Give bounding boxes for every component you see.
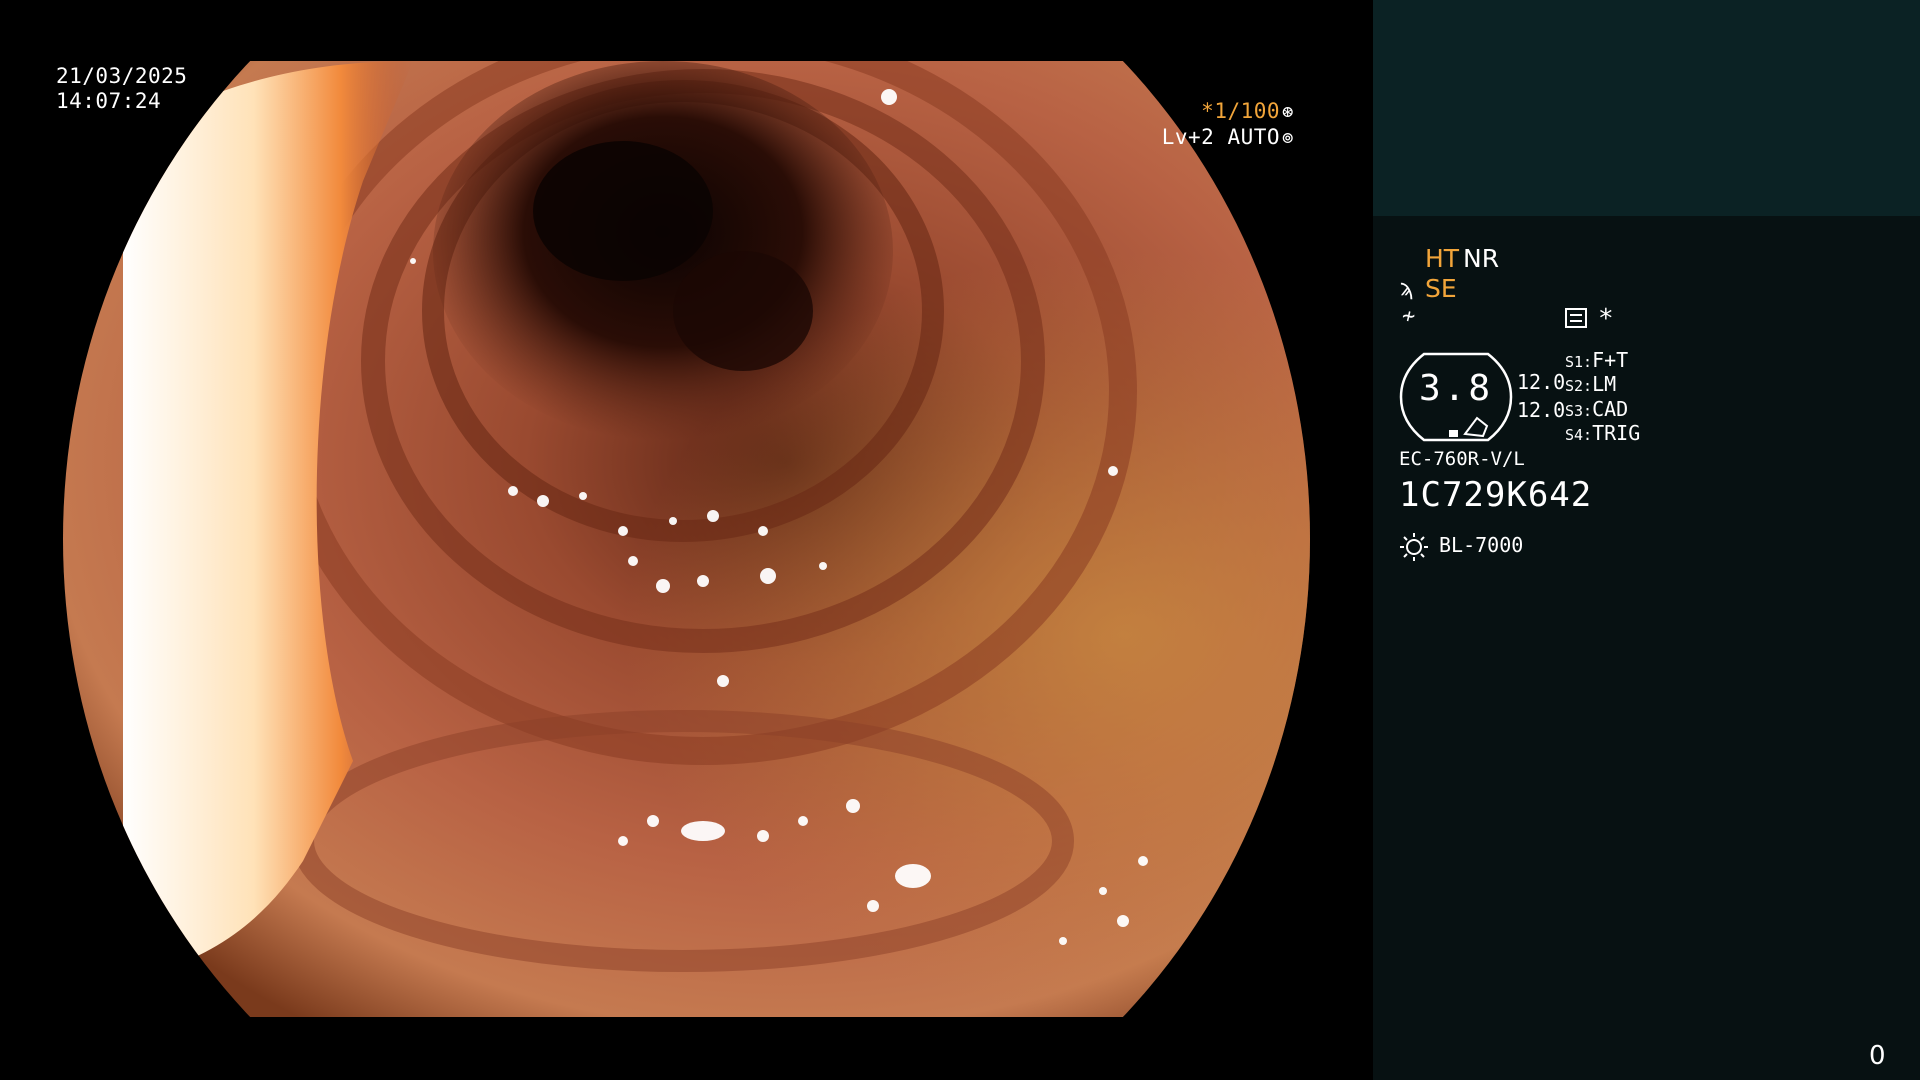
light-source-model: BL-7000: [1439, 533, 1524, 557]
shutter-value: 1/100: [1214, 99, 1281, 123]
colon-lumen-image: [63, 61, 1310, 1017]
structure-enhancement-icon: ϡ: [1400, 276, 1414, 301]
switch-key: S4:: [1565, 426, 1593, 444]
image-counter: 0: [1869, 1041, 1886, 1071]
scope-dial-indicator: 3.8: [1399, 352, 1513, 442]
date-time-display: 21/03/2025 14:07:24: [56, 64, 187, 114]
endoscopy-screen: 21/03/2025 14:07:24 *1/100 ⊛ Lv+2 AUTO ⊚ H…: [0, 0, 1920, 1080]
patient-info-area: [1373, 0, 1920, 216]
date-text: 21/03/2025: [56, 64, 188, 88]
structure-enhancement-indicator: SE: [1425, 274, 1457, 303]
hue-tone-indicator: HT: [1425, 244, 1460, 273]
aperture-icon: ⊛: [1282, 101, 1294, 123]
switch-label: TRIG: [1592, 421, 1641, 445]
switch-key: S2:: [1565, 377, 1593, 395]
noise-reduction-indicator: NR: [1463, 244, 1500, 273]
switch-slot-1: S1:F+T: [1565, 350, 1628, 370]
asterisk-indicator: *: [1598, 304, 1614, 334]
dial-value: 3.8: [1418, 368, 1494, 409]
iris-icon: ⊚: [1282, 127, 1294, 149]
switch-slot-4: S4:TRIG: [1565, 423, 1640, 443]
switch-label: F+T: [1592, 348, 1629, 372]
zoom-icon: ≁: [1402, 304, 1416, 329]
switch-key: S1:: [1565, 353, 1593, 371]
info-panel: HT NR ϡ SE ≁ * 3.8 12.0 12.0 S1:F+T S2:L…: [1373, 0, 1920, 1080]
scope-serial-number: 1C729K642: [1399, 475, 1593, 515]
scope-model: EC-760R-V/L: [1399, 448, 1525, 470]
switch-key: S3:: [1565, 402, 1593, 420]
shutter-prefix: *: [1201, 99, 1215, 123]
scope-value-1: 12.0: [1517, 370, 1566, 394]
switch-slot-2: S2:LM: [1565, 374, 1616, 394]
iris-mode: Lv+2 AUTO: [1161, 125, 1281, 149]
time-text: 14:07:24: [56, 89, 162, 113]
endoscope-live-image: [63, 61, 1310, 1017]
switch-label: LM: [1592, 372, 1617, 396]
settings-list-icon: [1565, 308, 1587, 328]
switch-label: CAD: [1592, 397, 1629, 421]
scope-value-2: 12.0: [1517, 398, 1566, 422]
exposure-info: *1/100 ⊛ Lv+2 AUTO ⊚: [1162, 99, 1294, 151]
light-source-icon: [1400, 533, 1428, 561]
switch-slot-3: S3:CAD: [1565, 399, 1628, 419]
